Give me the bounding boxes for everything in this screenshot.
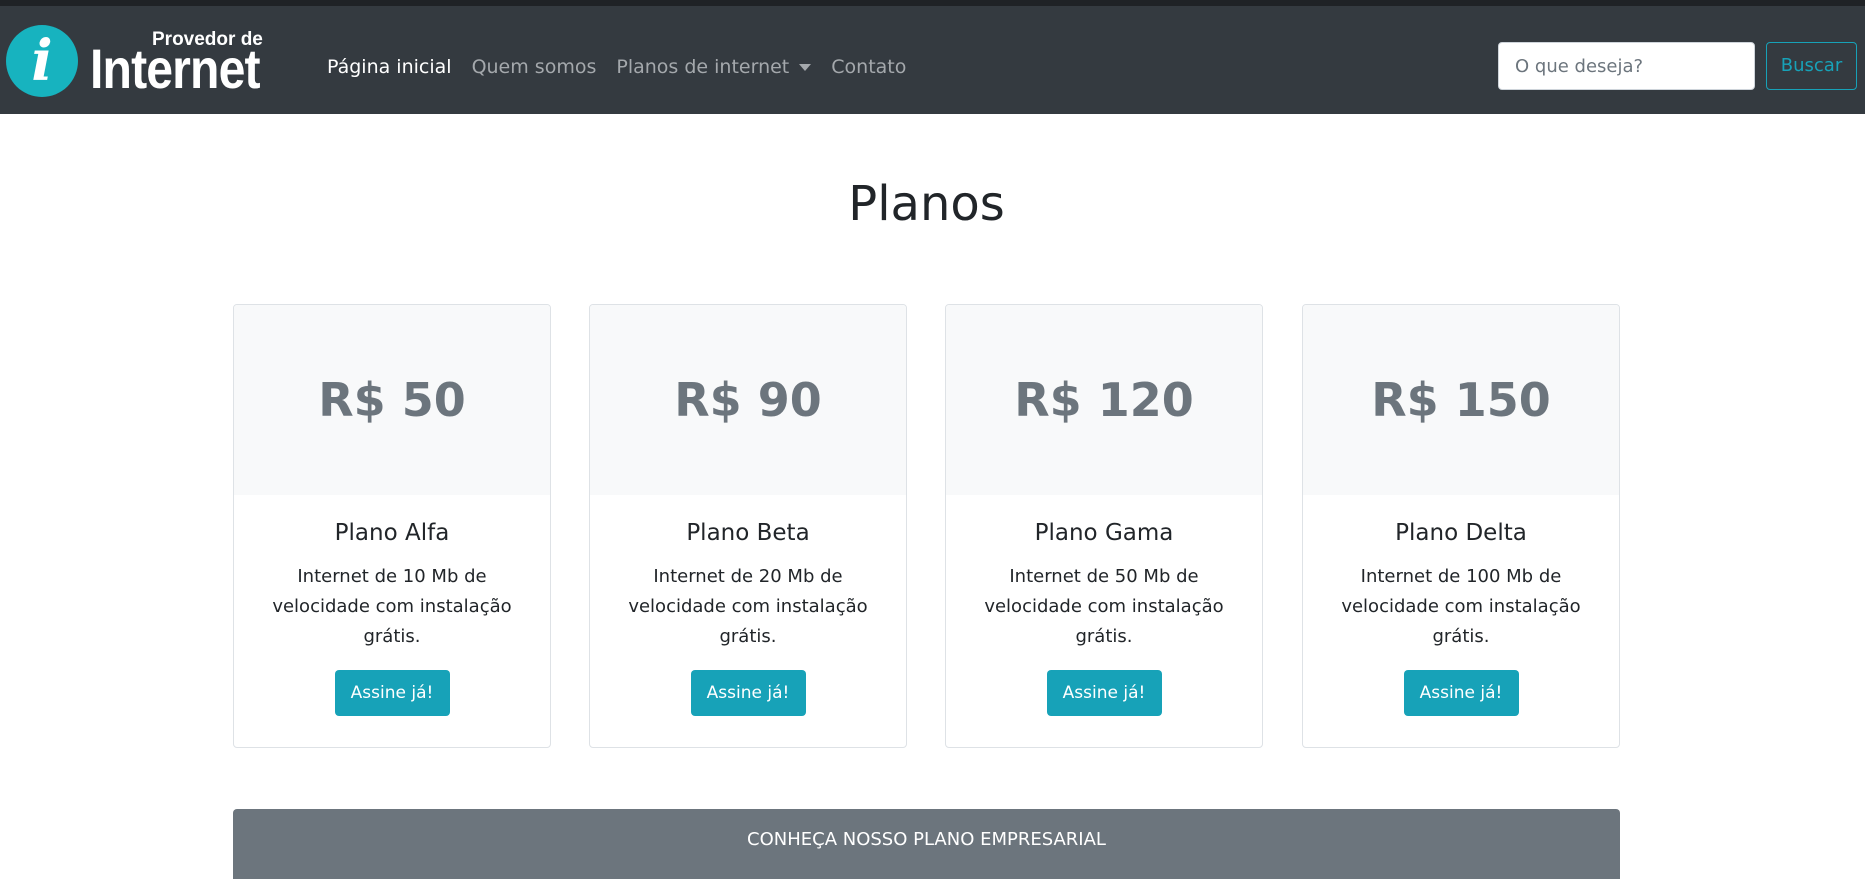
plan-card-alfa: R$ 50 Plano Alfa Internet de 10 Mb de ve…: [233, 304, 551, 748]
info-logo-icon: i: [6, 25, 78, 97]
search-input[interactable]: [1498, 42, 1755, 90]
nav-item-label: Contato: [831, 56, 907, 78]
plan-price: R$ 90: [590, 305, 906, 495]
plan-description: Internet de 100 Mb de velocidade com ins…: [1341, 566, 1581, 647]
brand-logo[interactable]: i Provedor de Internet: [6, 25, 276, 103]
plan-description: Internet de 20 Mb de velocidade com inst…: [628, 566, 868, 647]
plan-description: Internet de 10 Mb de velocidade com inst…: [272, 566, 512, 647]
nav-item-home[interactable]: Página inicial: [327, 54, 452, 80]
page-title: Planos: [848, 176, 1005, 232]
plan-price: R$ 120: [946, 305, 1262, 495]
nav-item-about[interactable]: Quem somos: [472, 54, 597, 80]
logo-letter: i: [31, 28, 53, 94]
enterprise-plan-banner[interactable]: CONHEÇA NOSSO PLANO EMPRESARIAL: [233, 809, 1620, 879]
plan-price: R$ 150: [1303, 305, 1619, 495]
subscribe-button[interactable]: Assine já!: [334, 670, 450, 716]
plan-name: Plano Delta: [1395, 520, 1527, 546]
plan-card-beta: R$ 90 Plano Beta Internet de 20 Mb de ve…: [589, 304, 907, 748]
plan-name: Plano Beta: [686, 520, 810, 546]
caret-down-icon: [799, 63, 812, 71]
main-nav: Página inicial Quem somos Planos de inte…: [327, 54, 926, 80]
plan-card-delta: R$ 150 Plano Delta Internet de 100 Mb de…: [1302, 304, 1620, 748]
enterprise-banner-label: CONHEÇA NOSSO PLANO EMPRESARIAL: [747, 829, 1106, 850]
subscribe-button[interactable]: Assine já!: [1046, 670, 1162, 716]
nav-item-contact[interactable]: Contato: [831, 54, 906, 80]
search-button[interactable]: Buscar: [1766, 42, 1857, 90]
nav-item-label: Planos de internet: [616, 56, 790, 78]
brand-line-2: Internet: [90, 37, 261, 100]
nav-item-label: Página inicial: [327, 56, 452, 78]
subscribe-button[interactable]: Assine já!: [1403, 670, 1519, 716]
nav-item-plans-dropdown[interactable]: Planos de internet: [616, 54, 812, 80]
subscribe-button[interactable]: Assine já!: [690, 670, 806, 716]
plan-card-gama: R$ 120 Plano Gama Internet de 50 Mb de v…: [945, 304, 1263, 748]
plan-name: Plano Gama: [1034, 520, 1174, 546]
nav-item-label: Quem somos: [471, 56, 597, 78]
plan-price: R$ 50: [234, 305, 550, 495]
plan-description: Internet de 50 Mb de velocidade com inst…: [984, 566, 1224, 647]
navbar: i Provedor de Internet Página inicial Qu…: [0, 6, 1865, 114]
plan-name: Plano Alfa: [334, 520, 450, 546]
